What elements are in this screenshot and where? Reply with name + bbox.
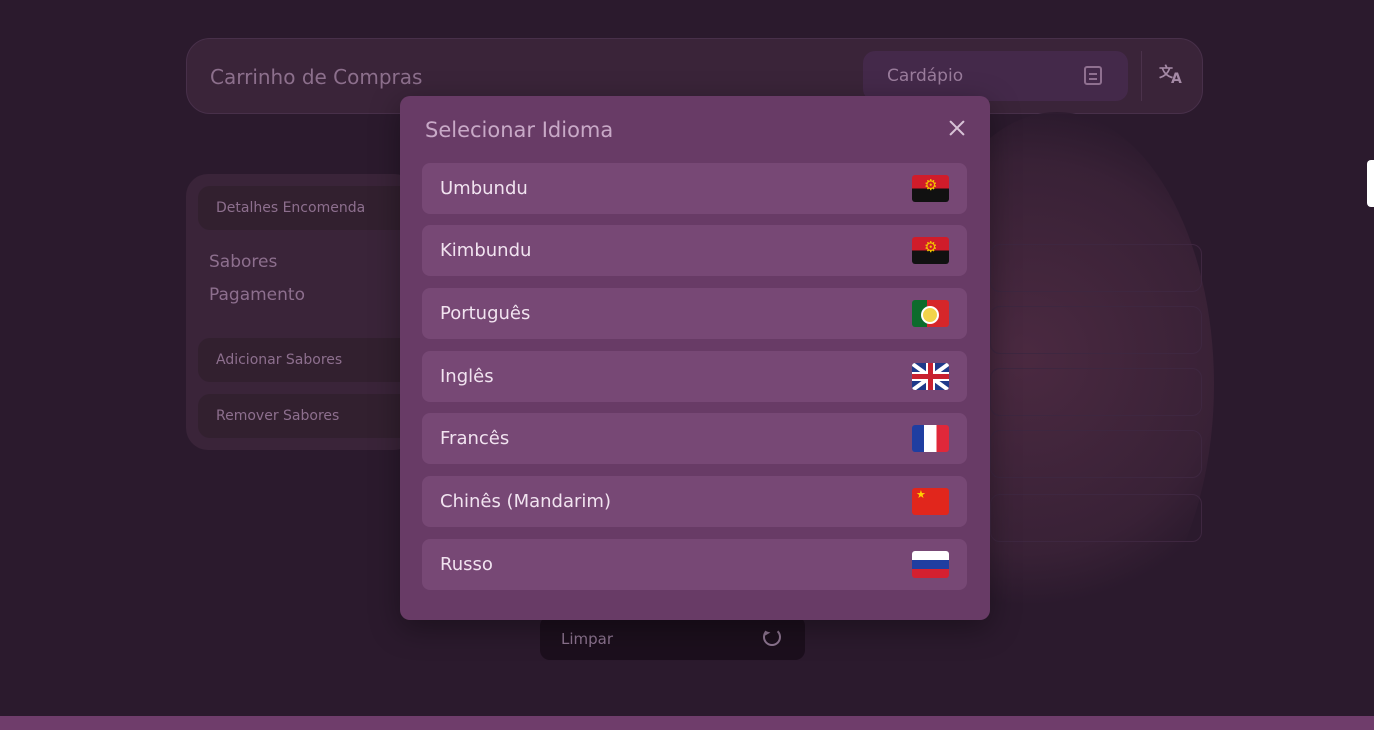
translate-icon-letter: A <box>1171 71 1182 87</box>
language-modal: Selecionar Idioma Umbundu Kimbundu Portu… <box>400 96 990 620</box>
flavors-label: Sabores <box>209 252 278 272</box>
remove-flavors-button[interactable]: Remover Sabores <box>198 394 428 438</box>
language-label: Português <box>440 303 531 324</box>
reset-icon <box>763 628 781 646</box>
menu-button-label: Cardápio <box>887 66 964 86</box>
language-option-chines[interactable]: Chinês (Mandarim) <box>422 476 967 527</box>
footer-bar <box>0 716 1374 730</box>
menu-list-icon <box>1084 66 1102 85</box>
add-flavors-button[interactable]: Adicionar Sabores <box>198 338 428 382</box>
flavor-row <box>990 244 1202 292</box>
close-icon[interactable] <box>948 119 966 137</box>
menu-button[interactable]: Cardápio <box>863 51 1128 101</box>
order-details-label: Detalhes Encomenda <box>216 200 366 216</box>
flavor-row <box>990 430 1202 478</box>
france-flag-icon <box>912 425 949 452</box>
clear-button-label: Limpar <box>561 630 614 648</box>
order-details-tab[interactable]: Detalhes Encomenda <box>198 186 428 230</box>
language-label: Inglês <box>440 366 494 387</box>
add-flavors-label: Adicionar Sabores <box>216 352 343 368</box>
language-option-portugues[interactable]: Português <box>422 288 967 339</box>
translate-button[interactable]: 文 A <box>1149 59 1189 95</box>
portugal-flag-icon <box>912 300 949 327</box>
flavor-row <box>990 306 1202 354</box>
language-label: Francês <box>440 428 510 449</box>
modal-title: Selecionar Idioma <box>425 118 614 142</box>
order-details-card: Detalhes Encomenda Sabores Pagamento Adi… <box>186 174 428 450</box>
china-flag-icon <box>912 488 949 515</box>
edge-tab[interactable] <box>1367 160 1374 207</box>
language-label: Russo <box>440 554 493 575</box>
language-option-frances[interactable]: Francês <box>422 413 967 464</box>
language-option-umbundu[interactable]: Umbundu <box>422 163 967 214</box>
header-divider <box>1141 51 1142 101</box>
russia-flag-icon <box>912 551 949 578</box>
angola-flag-icon <box>912 237 949 264</box>
language-label: Kimbundu <box>440 240 532 261</box>
clear-button[interactable]: Limpar <box>540 616 805 660</box>
language-option-russo[interactable]: Russo <box>422 539 967 590</box>
language-label: Chinês (Mandarim) <box>440 491 611 512</box>
flavor-row <box>990 494 1202 542</box>
language-option-kimbundu[interactable]: Kimbundu <box>422 225 967 276</box>
payment-label: Pagamento <box>209 285 305 305</box>
language-label: Umbundu <box>440 178 528 199</box>
page-title: Carrinho de Compras <box>210 65 423 89</box>
remove-flavors-label: Remover Sabores <box>216 408 340 424</box>
flavor-row <box>990 368 1202 416</box>
uk-flag-icon <box>912 363 949 390</box>
angola-flag-icon <box>912 175 949 202</box>
language-option-ingles[interactable]: Inglês <box>422 351 967 402</box>
